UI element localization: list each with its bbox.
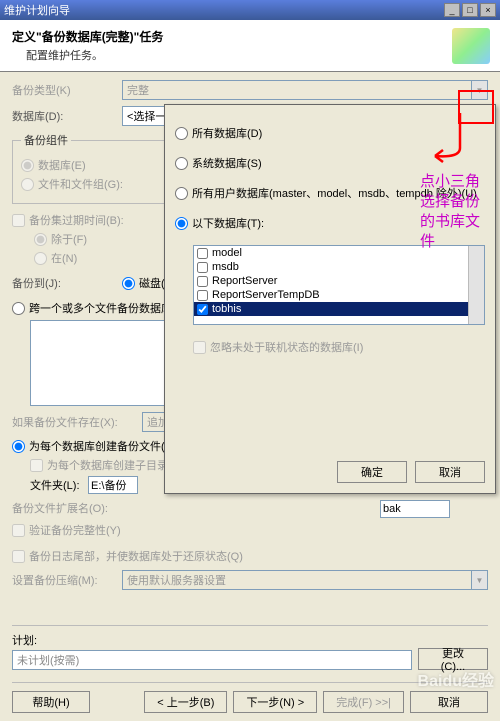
- header: 定义"备份数据库(完整)"任务 配置维护任务。: [0, 20, 500, 72]
- plan-label: 计划:: [12, 632, 488, 648]
- compress-label: 设置备份压缩(M):: [12, 572, 122, 588]
- next-button[interactable]: 下一步(N) >: [233, 691, 317, 713]
- list-item: ReportServerTempDB: [194, 288, 484, 302]
- database-list[interactable]: model msdb ReportServer ReportServerTemp…: [193, 245, 485, 325]
- dest-label: 备份到(J):: [12, 275, 122, 291]
- list-item: msdb: [194, 260, 484, 274]
- chevron-down-icon: [471, 571, 487, 589]
- wizard-cancel-button[interactable]: 取消: [410, 691, 488, 713]
- file-list[interactable]: [30, 320, 170, 406]
- minimize-button[interactable]: _: [444, 3, 460, 17]
- list-item: ReportServer: [194, 274, 484, 288]
- annotation-text: 点小三角 选择备份 的书库文 件: [420, 172, 480, 252]
- maximize-button[interactable]: □: [462, 3, 478, 17]
- database-label: 数据库(D):: [12, 108, 122, 124]
- back-button[interactable]: < 上一步(B): [144, 691, 227, 713]
- plan-combo[interactable]: 未计划(按需): [12, 650, 412, 670]
- ignore-offline-check: 忽略未处于联机状态的数据库(I): [193, 339, 485, 355]
- watermark: Baidu经验: [418, 667, 494, 691]
- compress-combo: 使用默认服务器设置: [122, 570, 488, 590]
- scrollbar[interactable]: [468, 246, 484, 324]
- titlebar: 维护计划向导 _ □ ×: [0, 0, 500, 20]
- verify-check: 验证备份完整性(Y): [12, 522, 488, 538]
- folder-label: 文件夹(L):: [30, 477, 88, 493]
- annotation-red-box: [458, 90, 494, 124]
- ext-label: 备份文件扩展名(O):: [12, 500, 142, 516]
- finish-button: 完成(F) >>|: [323, 691, 404, 713]
- folder-input[interactable]: [88, 476, 138, 494]
- page-subtitle: 配置维护任务。: [26, 47, 488, 63]
- page-title: 定义"备份数据库(完整)"任务: [12, 28, 488, 45]
- ext-input[interactable]: [380, 500, 450, 518]
- components-legend: 备份组件: [21, 132, 71, 148]
- wizard-icon: [452, 28, 490, 64]
- ok-button[interactable]: 确定: [337, 461, 407, 483]
- list-item-selected: tobhis: [194, 302, 484, 316]
- close-button[interactable]: ×: [480, 3, 496, 17]
- backup-type-label: 备份类型(K): [12, 82, 122, 98]
- titlebar-title: 维护计划向导: [4, 2, 70, 18]
- backup-type-combo: 完整: [122, 80, 488, 100]
- exists-label: 如果备份文件存在(X):: [12, 414, 142, 430]
- cancel-button[interactable]: 取消: [415, 461, 485, 483]
- help-button[interactable]: 帮助(H): [12, 691, 90, 713]
- logtail-check: 备份日志尾部，并使数据库处于还原状态(Q): [12, 548, 488, 564]
